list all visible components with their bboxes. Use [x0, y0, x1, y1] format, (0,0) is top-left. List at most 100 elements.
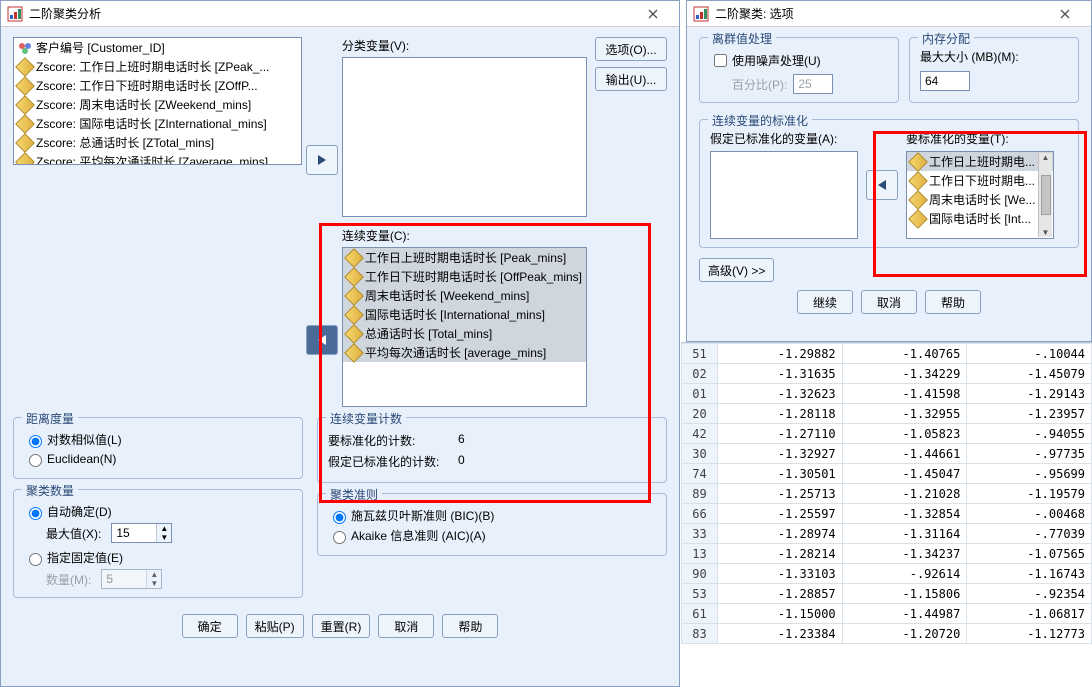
cell[interactable]: -1.45079	[967, 364, 1092, 384]
cell[interactable]: -1.41598	[842, 384, 967, 404]
cell[interactable]: -1.21028	[842, 484, 967, 504]
cell[interactable]: -1.23957	[967, 404, 1092, 424]
cell[interactable]: -1.44987	[842, 604, 967, 624]
cell[interactable]: -1.31164	[842, 524, 967, 544]
cell[interactable]: -1.34229	[842, 364, 967, 384]
clusters-max-spinner[interactable]: ▲▼	[111, 523, 172, 543]
cell[interactable]: -1.33103	[718, 564, 843, 584]
cell[interactable]: -1.25597	[718, 504, 843, 524]
cell[interactable]: -1.07565	[967, 544, 1092, 564]
table-row[interactable]: 51-1.29882-1.40765-.10044	[682, 344, 1092, 364]
cell[interactable]: -1.45047	[842, 464, 967, 484]
variable-row[interactable]: 国际电话时长 [Int...	[907, 209, 1053, 228]
ok-button[interactable]: 确定	[182, 614, 238, 638]
table-row[interactable]: 83-1.23384-1.20720-1.12773	[682, 624, 1092, 644]
cell[interactable]: -1.28974	[718, 524, 843, 544]
variable-row[interactable]: Zscore: 总通话时长 [ZTotal_mins]	[14, 133, 301, 152]
variable-row[interactable]: 工作日下班时期电话时长 [OffPeak_mins]	[343, 267, 586, 286]
paste-button[interactable]: 粘贴(P)	[246, 614, 304, 638]
move-to-continuous-button[interactable]	[306, 325, 338, 355]
close-button[interactable]	[1045, 3, 1085, 25]
variable-row[interactable]: Zscore: 工作日下班时期电话时长 [ZOffP...	[14, 76, 301, 95]
cell[interactable]: -.00468	[967, 504, 1092, 524]
cell[interactable]: -.97735	[967, 444, 1092, 464]
variable-row[interactable]: 国际电话时长 [International_mins]	[343, 305, 586, 324]
cell[interactable]: -.77039	[967, 524, 1092, 544]
std-assumed-list[interactable]	[710, 151, 858, 239]
cell[interactable]: -.92614	[842, 564, 967, 584]
criteria-aic-radio[interactable]: Akaike 信息准则 (AIC)(A)	[328, 527, 656, 544]
table-row[interactable]: 02-1.31635-1.34229-1.45079	[682, 364, 1092, 384]
cell[interactable]: -1.25713	[718, 484, 843, 504]
table-row[interactable]: 20-1.28118-1.32955-1.23957	[682, 404, 1092, 424]
close-button[interactable]	[633, 3, 673, 25]
options-button[interactable]: 选项(O)...	[595, 37, 667, 61]
cell[interactable]: -1.05823	[842, 424, 967, 444]
variable-row[interactable]: Zscore: 周末电话时长 [ZWeekend_mins]	[14, 95, 301, 114]
continuous-variable-list[interactable]: 工作日上班时期电话时长 [Peak_mins]工作日下班时期电话时长 [OffP…	[342, 247, 587, 407]
scrollbar[interactable]: ▲ ▼	[1038, 153, 1052, 237]
table-row[interactable]: 42-1.27110-1.05823-.94055	[682, 424, 1092, 444]
cell[interactable]: -1.32955	[842, 404, 967, 424]
cell[interactable]: -1.15000	[718, 604, 843, 624]
table-row[interactable]: 74-1.30501-1.45047-.95699	[682, 464, 1092, 484]
scroll-down-icon[interactable]: ▼	[1042, 228, 1050, 237]
variable-row[interactable]: 客户编号 [Customer_ID]	[14, 38, 301, 57]
table-row[interactable]: 66-1.25597-1.32854-.00468	[682, 504, 1092, 524]
output-button[interactable]: 输出(U)...	[595, 67, 667, 91]
variable-row[interactable]: 工作日上班时期电...	[907, 152, 1053, 171]
cell[interactable]: -1.28857	[718, 584, 843, 604]
variable-row[interactable]: 工作日下班时期电...	[907, 171, 1053, 190]
cell[interactable]: -1.40765	[842, 344, 967, 364]
cell[interactable]: -.10044	[967, 344, 1092, 364]
cancel-button[interactable]: 取消	[378, 614, 434, 638]
variable-row[interactable]: 周末电话时长 [We...	[907, 190, 1053, 209]
move-to-categorical-button[interactable]	[306, 145, 338, 175]
cell[interactable]: -.92354	[967, 584, 1092, 604]
reset-button[interactable]: 重置(R)	[312, 614, 371, 638]
cell[interactable]: -1.31635	[718, 364, 843, 384]
criteria-bic-radio[interactable]: 施瓦兹贝叶斯准则 (BIC)(B)	[328, 507, 656, 524]
table-row[interactable]: 90-1.33103-.92614-1.16743	[682, 564, 1092, 584]
variable-row[interactable]: 工作日上班时期电话时长 [Peak_mins]	[343, 248, 586, 267]
cell[interactable]: -1.12773	[967, 624, 1092, 644]
cell[interactable]: -1.44661	[842, 444, 967, 464]
table-row[interactable]: 01-1.32623-1.41598-1.29143	[682, 384, 1092, 404]
cell[interactable]: -1.29882	[718, 344, 843, 364]
std-move-button[interactable]	[866, 170, 898, 200]
table-row[interactable]: 30-1.32927-1.44661-.97735	[682, 444, 1092, 464]
table-row[interactable]: 33-1.28974-1.31164-.77039	[682, 524, 1092, 544]
cell[interactable]: -1.27110	[718, 424, 843, 444]
cell[interactable]: -1.19579	[967, 484, 1092, 504]
cell[interactable]: -1.23384	[718, 624, 843, 644]
clusters-max-input[interactable]	[112, 524, 156, 542]
cell[interactable]: -1.34237	[842, 544, 967, 564]
cell[interactable]: -1.30501	[718, 464, 843, 484]
variable-row[interactable]: Zscore: 平均每次通话时长 [Zaverage_mins]	[14, 152, 301, 165]
scroll-up-icon[interactable]: ▲	[1042, 153, 1050, 162]
dialog2-titlebar[interactable]: 二阶聚类: 选项	[687, 1, 1091, 27]
cell[interactable]: -.94055	[967, 424, 1092, 444]
advanced-button[interactable]: 高级(V) >>	[699, 258, 774, 282]
cell[interactable]: -.95699	[967, 464, 1092, 484]
table-row[interactable]: 13-1.28214-1.34237-1.07565	[682, 544, 1092, 564]
variable-row[interactable]: 周末电话时长 [Weekend_mins]	[343, 286, 586, 305]
cell[interactable]: -1.15806	[842, 584, 967, 604]
spin-down-icon[interactable]: ▼	[157, 533, 171, 542]
cell[interactable]: -1.16743	[967, 564, 1092, 584]
table-row[interactable]: 53-1.28857-1.15806-.92354	[682, 584, 1092, 604]
dialog1-titlebar[interactable]: 二阶聚类分析	[1, 1, 679, 27]
cancel-button[interactable]: 取消	[861, 290, 917, 314]
distance-euclidean-radio[interactable]: Euclidean(N)	[24, 451, 292, 467]
scroll-thumb[interactable]	[1041, 175, 1051, 215]
distance-loglikelihood-radio[interactable]: 对数相似值(L)	[24, 431, 292, 448]
cell[interactable]: -1.32854	[842, 504, 967, 524]
categorical-variable-list[interactable]	[342, 57, 587, 217]
cell[interactable]: -1.28214	[718, 544, 843, 564]
cell[interactable]: -1.20720	[842, 624, 967, 644]
help-button[interactable]: 帮助	[925, 290, 981, 314]
clusters-auto-radio[interactable]: 自动确定(D)	[24, 503, 292, 520]
outlier-use-check[interactable]: 使用噪声处理(U)	[710, 51, 888, 70]
cell[interactable]: -1.32927	[718, 444, 843, 464]
variable-row[interactable]: 总通话时长 [Total_mins]	[343, 324, 586, 343]
